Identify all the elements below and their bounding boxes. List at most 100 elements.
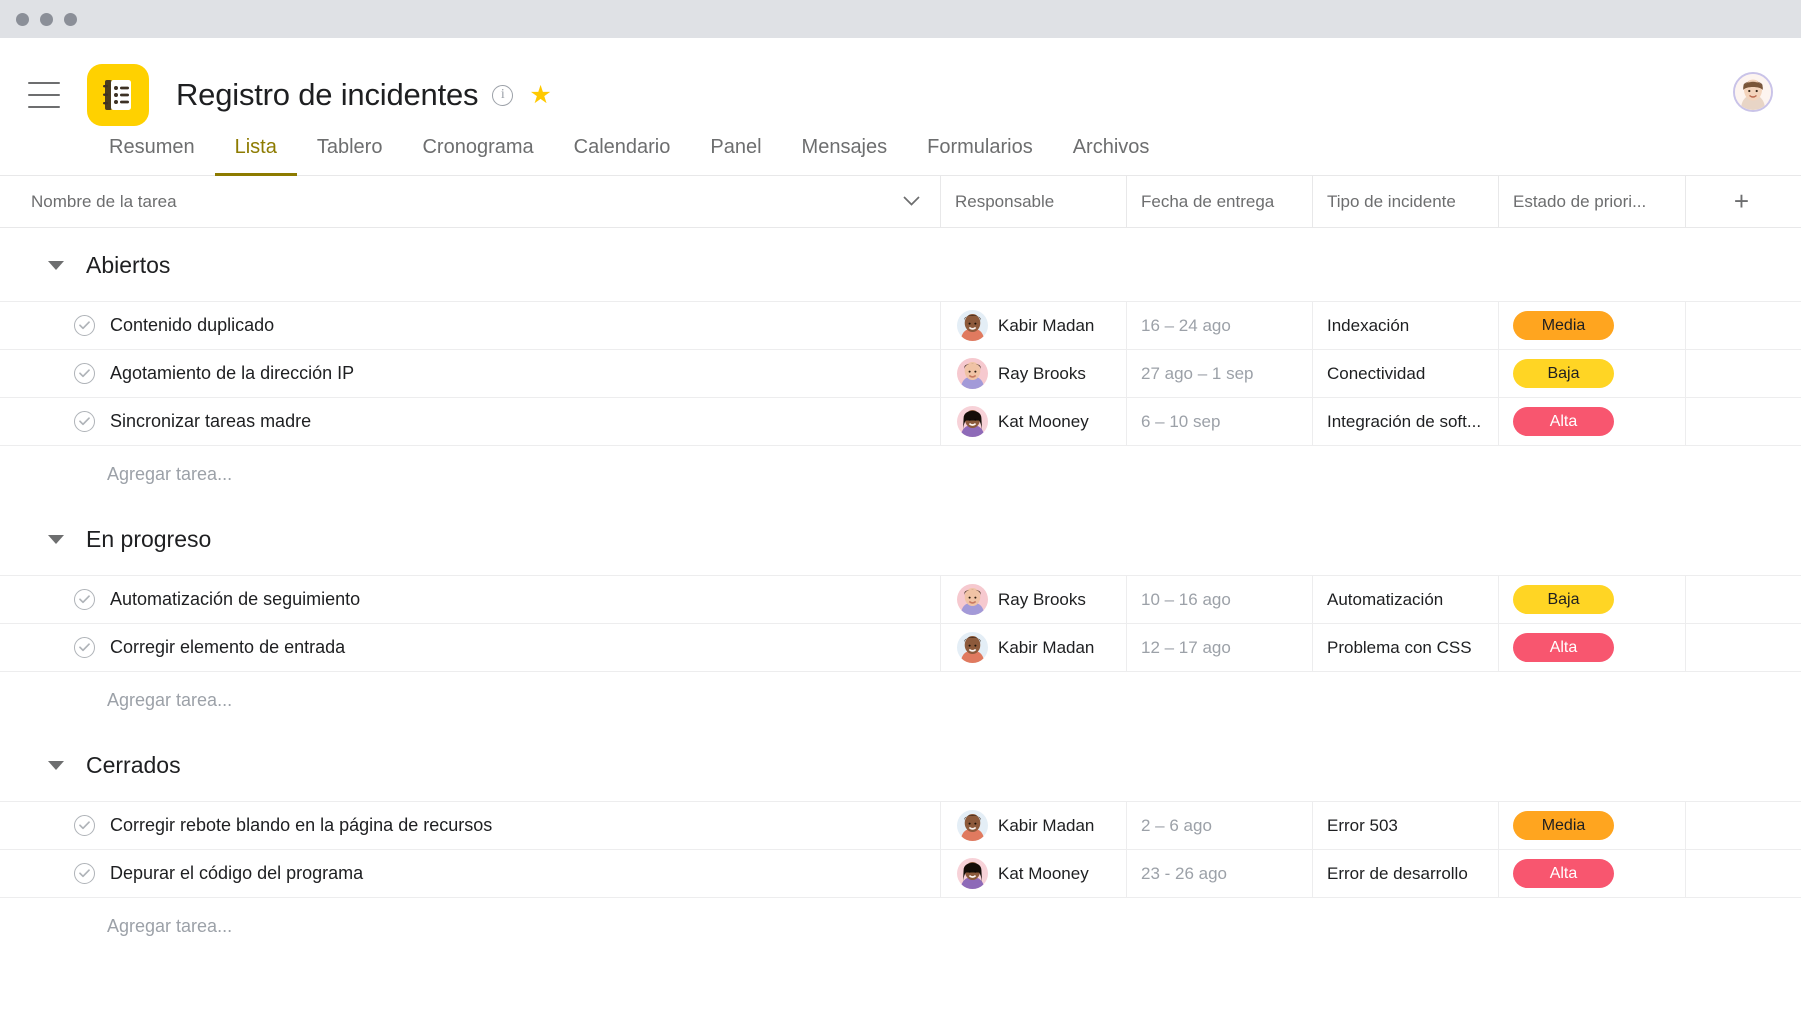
task-priority-cell[interactable]: Alta — [1498, 624, 1685, 671]
task-name-cell[interactable]: Sincronizar tareas madre — [0, 398, 940, 445]
table-row[interactable]: Sincronizar tareas madre Kat Mooney 6 – 10… — [0, 397, 1801, 446]
task-type-cell[interactable]: Automatización — [1312, 576, 1498, 623]
task-date-cell[interactable]: 23 - 26 ago — [1126, 850, 1312, 897]
status-badge[interactable]: Media — [1513, 811, 1614, 840]
column-header-owner[interactable]: Responsable — [940, 176, 1126, 227]
task-type-cell[interactable]: Error 503 — [1312, 802, 1498, 849]
task-name-cell[interactable]: Agotamiento de la dirección IP — [0, 350, 940, 397]
add-task-button[interactable]: Agregar tarea... — [0, 898, 1801, 954]
status-badge[interactable]: Baja — [1513, 585, 1614, 614]
task-priority-cell[interactable]: Media — [1498, 802, 1685, 849]
task-extra-cell[interactable] — [1685, 398, 1797, 445]
complete-task-icon[interactable] — [74, 637, 95, 658]
star-icon[interactable]: ★ — [529, 82, 551, 108]
status-badge[interactable]: Alta — [1513, 859, 1614, 888]
section-header[interactable]: Cerrados — [0, 728, 1801, 802]
task-extra-cell[interactable] — [1685, 802, 1797, 849]
task-owner-cell[interactable]: Kat Mooney — [940, 398, 1126, 445]
task-owner-cell[interactable]: Kat Mooney — [940, 850, 1126, 897]
complete-task-icon[interactable] — [74, 815, 95, 836]
tab-tablero[interactable]: Tablero — [297, 136, 403, 176]
task-date-cell[interactable]: 6 – 10 sep — [1126, 398, 1312, 445]
complete-task-icon[interactable] — [74, 863, 95, 884]
task-date-cell[interactable]: 2 – 6 ago — [1126, 802, 1312, 849]
complete-task-icon[interactable] — [74, 411, 95, 432]
task-extra-cell[interactable] — [1685, 302, 1797, 349]
task-owner-cell[interactable]: Ray Brooks — [940, 350, 1126, 397]
task-name-cell[interactable]: Corregir rebote blando en la página de r… — [0, 802, 940, 849]
window-maximize-button[interactable] — [64, 12, 77, 26]
section-header[interactable]: En progreso — [0, 502, 1801, 576]
tab-resumen[interactable]: Resumen — [89, 136, 215, 176]
task-date-cell[interactable]: 10 – 16 ago — [1126, 576, 1312, 623]
task-name-cell[interactable]: Corregir elemento de entrada — [0, 624, 940, 671]
task-extra-cell[interactable] — [1685, 850, 1797, 897]
tab-lista[interactable]: Lista — [214, 136, 297, 176]
task-priority-cell[interactable]: Alta — [1498, 398, 1685, 445]
task-type-cell[interactable]: Problema con CSS — [1312, 624, 1498, 671]
task-extra-cell[interactable] — [1685, 624, 1797, 671]
chevron-down-icon[interactable] — [903, 193, 920, 210]
task-date-cell[interactable]: 27 ago – 1 sep — [1126, 350, 1312, 397]
task-type-cell[interactable]: Conectividad — [1312, 350, 1498, 397]
task-owner-cell[interactable]: Kabir Madan — [940, 624, 1126, 671]
caret-down-icon[interactable] — [48, 260, 64, 270]
table-row[interactable]: Agotamiento de la dirección IP Ray Brooks… — [0, 349, 1801, 398]
table-row[interactable]: Corregir rebote blando en la página de r… — [0, 801, 1801, 850]
task-name-label: Automatización de seguimiento — [110, 589, 361, 609]
complete-task-icon[interactable] — [74, 363, 95, 384]
tab-mensajes[interactable]: Mensajes — [782, 136, 908, 176]
column-header-type[interactable]: Tipo de incidente — [1312, 176, 1498, 227]
task-priority-cell[interactable]: Baja — [1498, 350, 1685, 397]
column-header-task-name[interactable]: Nombre de la tarea — [0, 176, 940, 227]
table-row[interactable]: Depurar el código del programa Kat Mooney… — [0, 849, 1801, 898]
task-extra-cell[interactable] — [1685, 576, 1797, 623]
task-name-cell[interactable]: Contenido duplicado — [0, 302, 940, 349]
task-owner-cell[interactable]: Ray Brooks — [940, 576, 1126, 623]
status-badge[interactable]: Baja — [1513, 359, 1614, 388]
task-name-cell[interactable]: Automatización de seguimiento — [0, 576, 940, 623]
avatar[interactable] — [1733, 72, 1773, 112]
hamburger-icon[interactable] — [28, 82, 60, 108]
task-type-cell[interactable]: Indexación — [1312, 302, 1498, 349]
task-type-cell[interactable]: Integración de soft... — [1312, 398, 1498, 445]
add-column-button[interactable]: + — [1685, 176, 1797, 227]
task-name-cell[interactable]: Depurar el código del programa — [0, 850, 940, 897]
tab-archivos[interactable]: Archivos — [1053, 136, 1170, 176]
table-row[interactable]: Contenido duplicado Kabir Madan 16 – 24 ag… — [0, 301, 1801, 350]
add-task-button[interactable]: Agregar tarea... — [0, 672, 1801, 728]
task-date-cell[interactable]: 12 – 17 ago — [1126, 624, 1312, 671]
task-extra-cell[interactable] — [1685, 350, 1797, 397]
task-date-cell[interactable]: 16 – 24 ago — [1126, 302, 1312, 349]
info-icon[interactable]: i — [492, 84, 514, 106]
status-badge[interactable]: Media — [1513, 311, 1614, 340]
task-owner-cell[interactable]: Kabir Madan — [940, 302, 1126, 349]
task-name-label: Sincronizar tareas madre — [110, 411, 312, 431]
complete-task-icon[interactable] — [74, 589, 95, 610]
status-badge[interactable]: Alta — [1513, 633, 1614, 662]
task-priority-cell[interactable]: Alta — [1498, 850, 1685, 897]
add-task-label: Agregar tarea... — [107, 689, 233, 710]
caret-down-icon[interactable] — [48, 534, 64, 544]
window-close-button[interactable] — [16, 12, 29, 26]
complete-task-icon[interactable] — [74, 315, 95, 336]
section-header[interactable]: Abiertos — [0, 228, 1801, 302]
caret-down-icon[interactable] — [48, 760, 64, 770]
tab-calendario[interactable]: Calendario — [554, 136, 691, 176]
tab-formularios[interactable]: Formularios — [907, 136, 1053, 176]
column-header-date[interactable]: Fecha de entrega — [1126, 176, 1312, 227]
task-type-label: Problema con CSS — [1327, 637, 1472, 657]
tab-panel[interactable]: Panel — [690, 136, 781, 176]
task-owner-cell[interactable]: Kabir Madan — [940, 802, 1126, 849]
table-row[interactable]: Corregir elemento de entrada Kabir Madan 1… — [0, 623, 1801, 672]
task-type-cell[interactable]: Error de desarrollo — [1312, 850, 1498, 897]
add-task-button[interactable]: Agregar tarea... — [0, 446, 1801, 502]
column-header-priority[interactable]: Estado de priori... — [1498, 176, 1685, 227]
task-priority-cell[interactable]: Media — [1498, 302, 1685, 349]
table-row[interactable]: Automatización de seguimiento Ray Brooks 1… — [0, 575, 1801, 624]
status-badge[interactable]: Alta — [1513, 407, 1614, 436]
task-priority-cell[interactable]: Baja — [1498, 576, 1685, 623]
tab-cronograma[interactable]: Cronograma — [402, 136, 553, 176]
window-minimize-button[interactable] — [40, 12, 53, 26]
column-header-task-name-label: Nombre de la tarea — [31, 191, 177, 211]
